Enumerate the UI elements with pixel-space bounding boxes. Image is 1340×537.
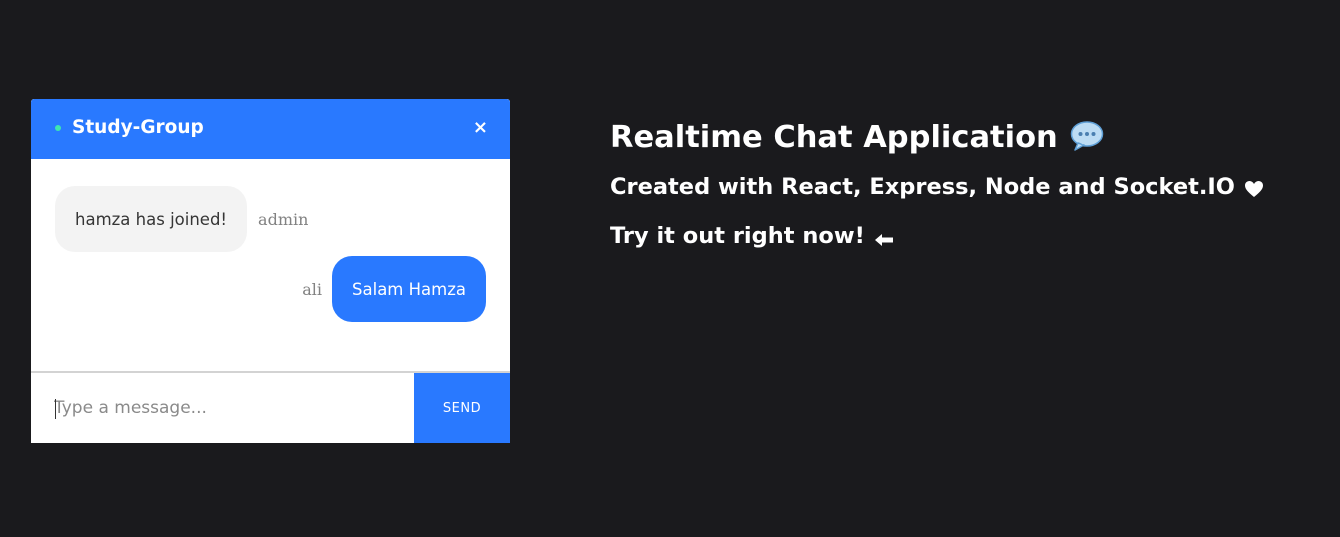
speech-bubble-icon — [1070, 120, 1104, 152]
message-list[interactable]: hamza has joined! admin ali Salam Hamza — [31, 159, 510, 371]
page-title-text: Realtime Chat Application — [610, 120, 1058, 155]
message-bubble: hamza has joined! — [55, 186, 248, 252]
message-sender: admin — [258, 209, 309, 229]
message-row: ali Salam Hamza — [302, 256, 486, 322]
info-panel: Realtime Chat Application Created with R… — [610, 118, 1264, 251]
heart-icon — [1244, 178, 1264, 197]
message-bubble: Salam Hamza — [332, 256, 486, 322]
left-arrow-icon — [874, 228, 894, 246]
online-status-icon — [55, 125, 61, 131]
send-button[interactable]: SEND — [414, 373, 510, 443]
subtitle-text: Created with React, Express, Node and So… — [610, 174, 1235, 200]
room-name: Study-Group — [72, 117, 204, 138]
message-sender: ali — [302, 279, 323, 299]
message-row: hamza has joined! admin — [55, 186, 308, 252]
call-to-action-text: Try it out right now! — [610, 223, 865, 249]
close-button[interactable]: × — [473, 117, 488, 139]
text-caret — [55, 399, 56, 419]
subtitle: Created with React, Express, Node and So… — [610, 172, 1264, 202]
message-input[interactable] — [31, 373, 414, 443]
page-title: Realtime Chat Application — [610, 118, 1264, 158]
chat-header: Study-Group × — [31, 99, 510, 159]
call-to-action: Try it out right now! — [610, 221, 1264, 251]
chat-window: Study-Group × hamza has joined! admin al… — [31, 99, 510, 443]
message-composer: SEND — [31, 371, 510, 443]
